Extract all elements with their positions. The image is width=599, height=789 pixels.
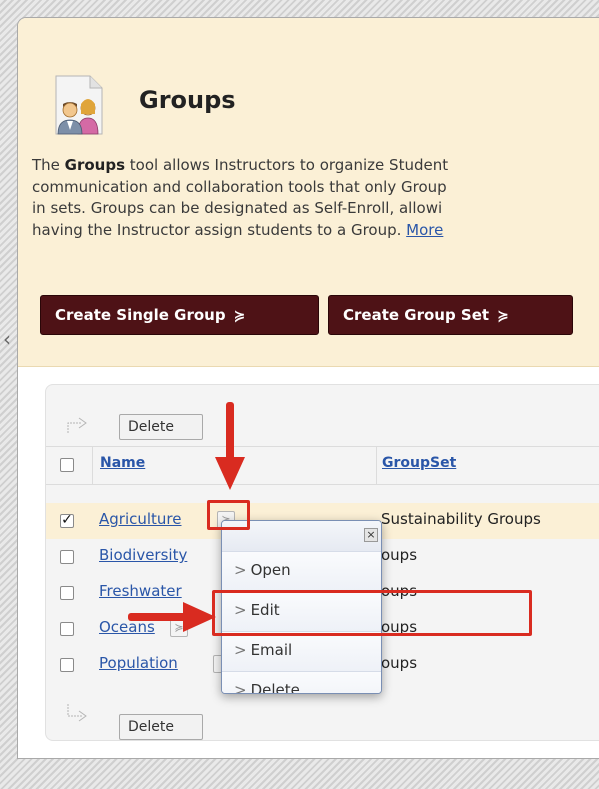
create-single-group-button[interactable]: Create Single Group ≽ <box>40 295 319 335</box>
page-description: The Groups tool allows Instructors to or… <box>32 155 599 241</box>
chevron-down-icon: ≽ <box>497 308 509 324</box>
highlight-box-edit <box>212 590 532 636</box>
group-name-link[interactable]: Biodiversity <box>99 546 187 564</box>
groupset-column-header[interactable]: GroupSet <box>382 455 456 471</box>
down-arrow-icon <box>215 402 245 490</box>
row-checkbox[interactable] <box>60 550 74 564</box>
groupset-cell: oups <box>381 546 418 564</box>
description-line: having the Instructor assign students to… <box>32 220 444 239</box>
row-checkbox[interactable] <box>60 622 74 636</box>
right-arrow-icon <box>128 602 216 632</box>
menu-item-delete[interactable]: > Delete <box>222 671 381 693</box>
description-line: in sets. Groups can be designated as Sel… <box>32 199 443 217</box>
row-checkbox[interactable] <box>60 586 74 600</box>
name-column-header[interactable]: Name <box>100 455 145 471</box>
page-header: Groups The Groups tool allows Instructor… <box>18 18 599 367</box>
collapse-left-icon[interactable]: ‹ <box>0 326 14 352</box>
column-divider <box>92 447 93 484</box>
chevron-down-icon: ≽ <box>233 308 246 324</box>
group-name-link[interactable]: Population <box>99 654 178 672</box>
menu-item-email[interactable]: > Email <box>222 631 381 671</box>
row-checkbox[interactable] <box>60 658 74 672</box>
more-link[interactable]: More <box>406 221 443 239</box>
menu-item-open[interactable]: > Open <box>222 551 381 591</box>
content-panel: Groups The Groups tool allows Instructor… <box>17 17 599 759</box>
groupset-cell: oups <box>381 654 418 672</box>
corner-arrow-icon <box>67 704 87 722</box>
column-divider <box>376 447 377 484</box>
close-icon[interactable]: × <box>364 528 378 542</box>
group-name-link[interactable]: Freshwater <box>99 582 182 600</box>
delete-button-bottom[interactable]: Delete <box>119 714 203 740</box>
highlight-box-chevron <box>207 500 250 530</box>
description-line: The Groups tool allows Instructors to or… <box>32 156 449 174</box>
group-name-link[interactable]: Agriculture <box>99 510 182 528</box>
select-all-checkbox[interactable] <box>60 458 74 472</box>
page-title: Groups <box>139 86 236 114</box>
row-checkbox[interactable]: ✓ <box>60 513 74 528</box>
description-line: communication and collaboration tools th… <box>32 177 447 196</box>
delete-button-top[interactable]: Delete <box>119 414 203 440</box>
groups-people-icon <box>55 75 103 135</box>
table-header: Name GroupSet <box>46 446 599 485</box>
groupset-cell: Sustainability Groups <box>381 510 541 528</box>
corner-arrow-icon <box>67 417 87 433</box>
create-group-set-button[interactable]: Create Group Set ≽ <box>328 295 573 335</box>
